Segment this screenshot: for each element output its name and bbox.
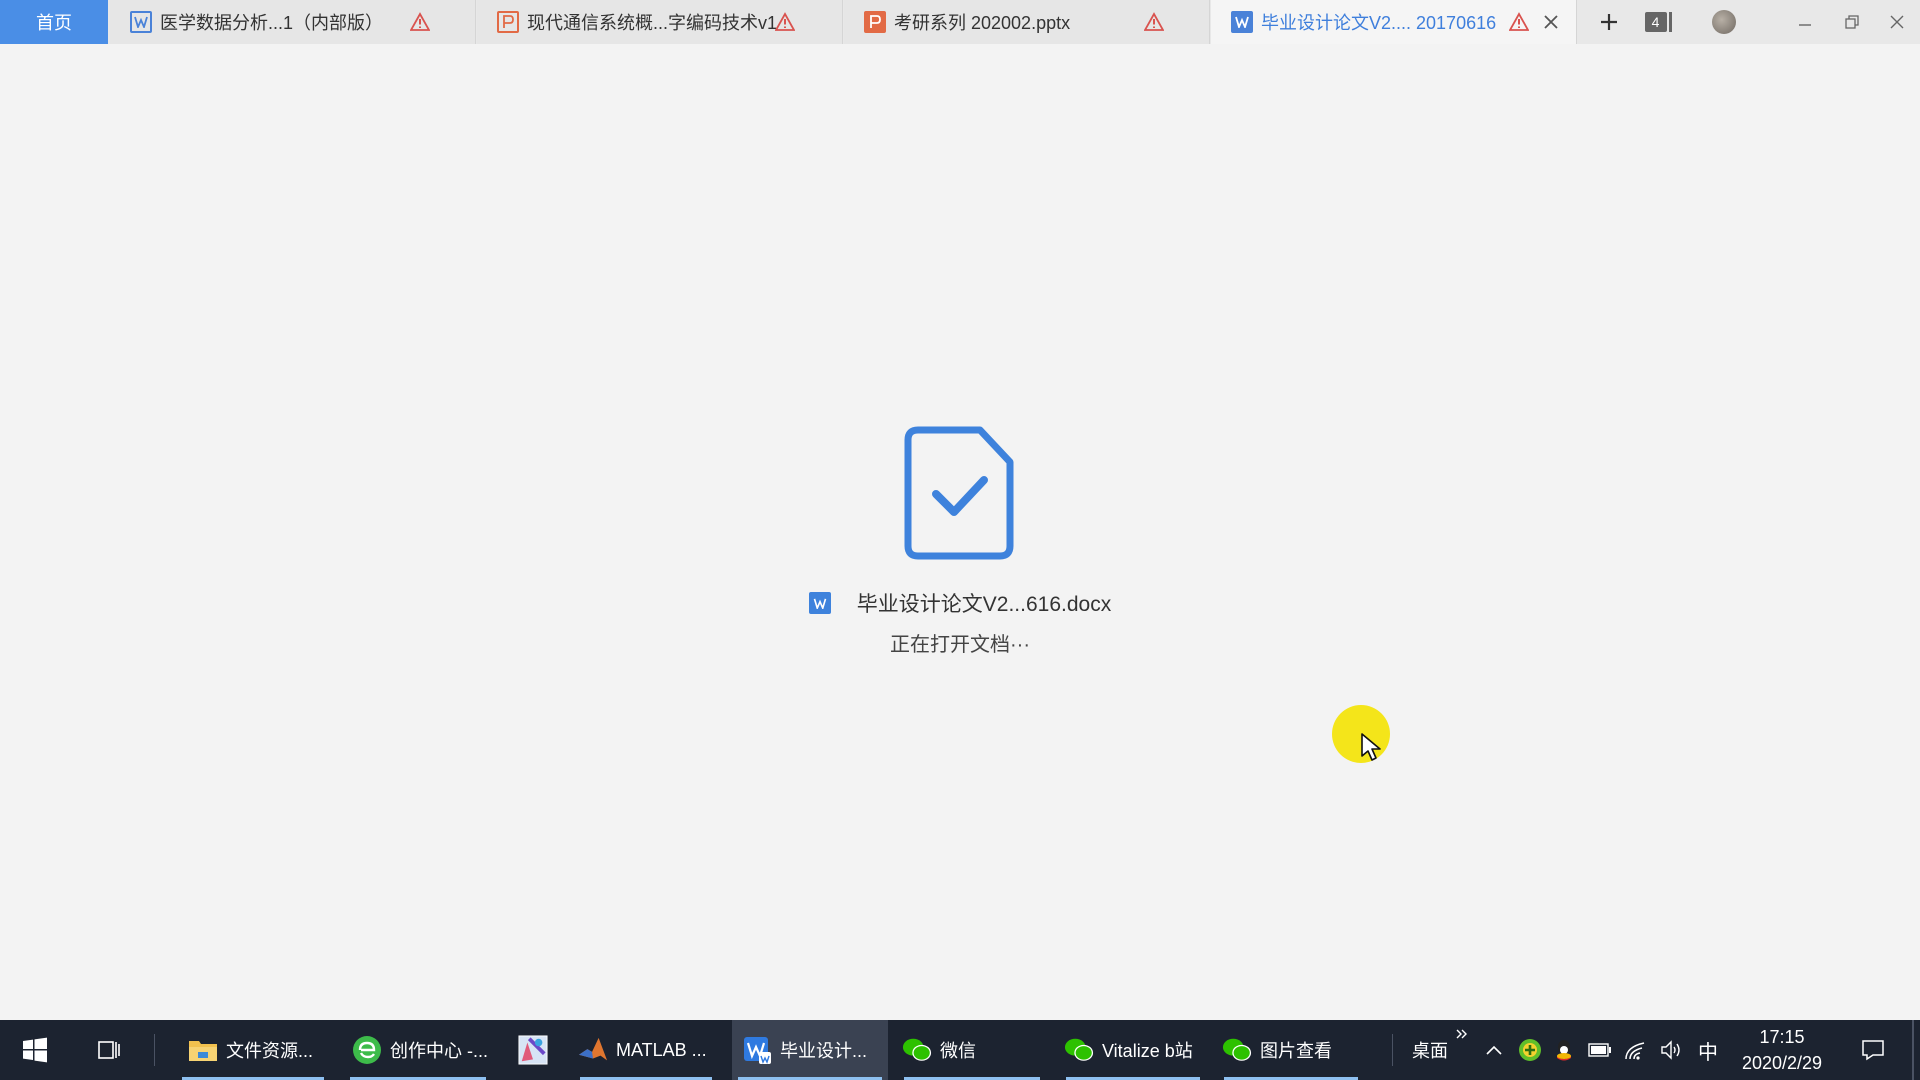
taskbar-divider — [154, 1034, 155, 1066]
plus-circle-icon — [1519, 1039, 1541, 1061]
wechat-icon — [902, 1035, 932, 1065]
wechat-icon — [1064, 1035, 1094, 1065]
clock-date: 2020/2/29 — [1741, 1053, 1823, 1073]
action-center-button[interactable] — [1858, 1038, 1888, 1062]
taskbar-item-vitalize[interactable]: Vitalize b站 — [1060, 1020, 1206, 1080]
wifi-icon — [1625, 1042, 1645, 1060]
system-clock[interactable]: 17:15 2020/2/29 — [1722, 1024, 1842, 1076]
browser-icon — [352, 1035, 382, 1065]
taskbar-item-label: Vitalize b站 — [1102, 1041, 1193, 1061]
mouse-pointer-icon — [1361, 733, 1381, 761]
folder-icon — [188, 1035, 218, 1065]
network-indicator[interactable] — [1624, 1038, 1648, 1062]
volume-indicator[interactable] — [1660, 1038, 1684, 1062]
taskbar-item-label: 微信 — [940, 1041, 976, 1061]
ime-label: 中 — [1698, 1041, 1718, 1064]
ime-indicator[interactable]: 中 — [1696, 1038, 1720, 1064]
file-info-row: 毕业设计论文V2...616.docx — [0, 588, 1920, 618]
task-view-icon — [98, 1041, 120, 1059]
file-name: 毕业设计论文V2...616.docx — [856, 593, 1112, 616]
start-button[interactable] — [0, 1020, 70, 1080]
windows-logo-icon — [23, 1037, 47, 1063]
show-hidden-icons-button[interactable] — [1482, 1038, 1506, 1062]
tray-app-icon[interactable] — [1518, 1038, 1542, 1062]
notification-icon — [1862, 1040, 1884, 1061]
battery-indicator[interactable] — [1588, 1038, 1612, 1062]
taskbar-item-label: 图片查看 — [1260, 1041, 1332, 1061]
document-loading-area: 毕业设计论文V2...616.docx 正在打开文档··· — [0, 0, 1920, 1020]
taskbar-item-label: MATLAB ... — [616, 1039, 707, 1060]
qq-penguin-icon — [1557, 1040, 1571, 1061]
taskbar-item-browser[interactable]: 创作中心 -... — [344, 1020, 492, 1080]
task-view-button[interactable] — [86, 1020, 132, 1080]
taskbar-item-wps-writer[interactable]: 毕业设计... — [732, 1020, 888, 1080]
taskbar-item-label: 创作中心 -... — [390, 1041, 488, 1061]
tray-qq-icon[interactable] — [1552, 1038, 1576, 1062]
taskbar-item-wechat[interactable]: 微信 — [898, 1020, 1046, 1080]
document-check-icon — [904, 426, 1014, 560]
speaker-icon — [1661, 1040, 1680, 1060]
taskbar-item-label: 文件资源... — [226, 1041, 314, 1061]
desktop-toolbar[interactable]: 桌面 — [1400, 1020, 1460, 1080]
battery-icon — [1588, 1043, 1611, 1057]
clock-time: 17:15 — [1759, 1027, 1805, 1047]
matlab-icon — [578, 1035, 608, 1065]
taskbar-item-matlab[interactable]: MATLAB ... — [574, 1020, 718, 1080]
loading-status-text: 正在打开文档··· — [890, 634, 1030, 656]
double-chevron-icon[interactable] — [1456, 1028, 1468, 1040]
taskbar: 文件资源... 创作中心 -... MATLAB ... 毕业设计... 微信 … — [0, 1020, 1920, 1080]
wechat-icon — [1222, 1035, 1252, 1065]
taskbar-item-file-explorer[interactable]: 文件资源... — [176, 1020, 330, 1080]
wps-writer-icon — [742, 1035, 772, 1065]
chevron-up-icon — [1486, 1045, 1502, 1055]
taskbar-divider — [1392, 1034, 1393, 1066]
taskbar-item-paint[interactable] — [506, 1020, 560, 1080]
taskbar-item-label: 毕业设计... — [780, 1041, 868, 1061]
show-desktop-button[interactable] — [1912, 1020, 1914, 1080]
paint-app-icon — [518, 1035, 548, 1065]
taskbar-item-image-viewer[interactable]: 图片查看 — [1218, 1020, 1364, 1080]
word-file-icon — [808, 592, 831, 614]
desktop-label: 桌面 — [1412, 1041, 1448, 1061]
